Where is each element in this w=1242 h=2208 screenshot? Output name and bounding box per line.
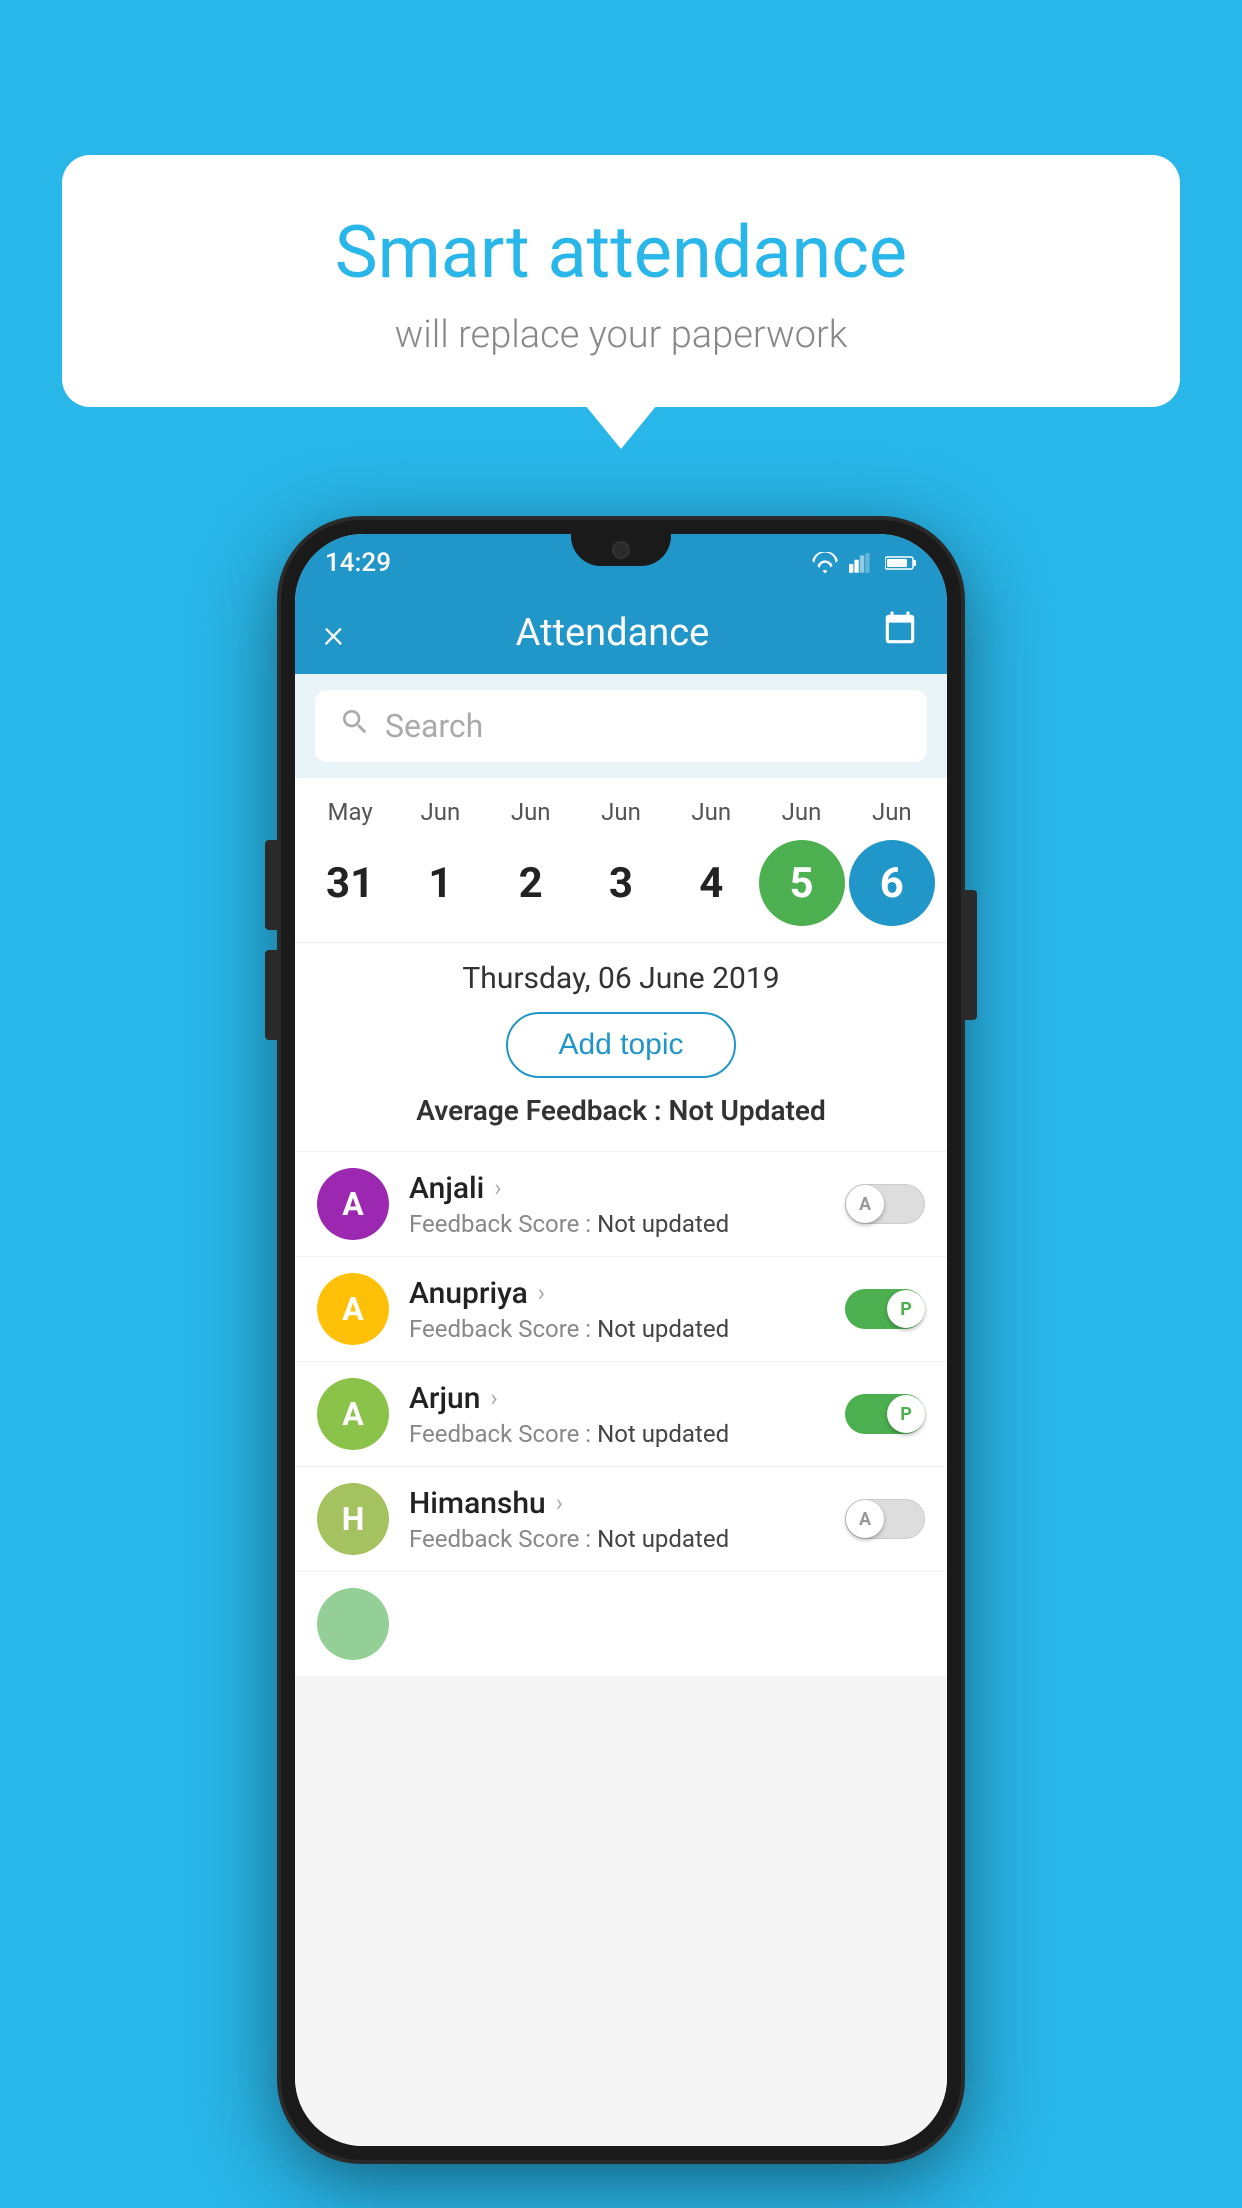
student-name-himanshu: Himanshu: [409, 1486, 546, 1521]
month-jun1: Jun: [397, 798, 483, 826]
feedback-score-arjun: Feedback Score : Not updated: [409, 1420, 845, 1448]
battery-icon: [885, 554, 917, 572]
toggle-anupriya[interactable]: P: [845, 1289, 925, 1329]
search-icon: [339, 706, 371, 746]
avatar-anupriya: A: [317, 1273, 389, 1345]
toggle-himanshu[interactable]: A: [845, 1499, 925, 1539]
volume-down-button[interactable]: [265, 950, 279, 1040]
toggle-knob-arjun: P: [887, 1395, 925, 1433]
feedback-score-anjali: Feedback Score : Not updated: [409, 1210, 845, 1238]
status-icons: [811, 552, 917, 574]
student-name-anjali: Anjali: [409, 1171, 484, 1206]
student-list: A Anjali › Feedback Score : Not updated …: [295, 1151, 947, 1676]
speech-bubble: Smart attendance will replace your paper…: [62, 155, 1180, 407]
search-bar[interactable]: Search: [315, 690, 927, 762]
date-4[interactable]: 4: [668, 840, 754, 926]
avatar-anjali: A: [317, 1168, 389, 1240]
date-31[interactable]: 31: [307, 840, 393, 926]
month-row: May Jun Jun Jun Jun Jun Jun: [305, 798, 937, 826]
phone-container: 14:29: [281, 520, 961, 2160]
search-placeholder: Search: [385, 707, 483, 745]
chevron-right-arjun: ›: [490, 1384, 497, 1412]
date-1[interactable]: 1: [397, 840, 483, 926]
wifi-icon: [811, 552, 839, 574]
signal-icon: [849, 552, 875, 574]
add-topic-button[interactable]: Add topic: [506, 1012, 735, 1078]
phone-notch: [571, 534, 671, 566]
month-jun6: Jun: [849, 798, 935, 826]
student-name-row-arjun[interactable]: Arjun ›: [409, 1381, 845, 1416]
bubble-subtitle: will replace your paperwork: [122, 313, 1120, 357]
avg-feedback: Average Feedback : Not Updated: [315, 1094, 927, 1127]
chevron-right-himanshu: ›: [556, 1489, 563, 1517]
chevron-right-anupriya: ›: [538, 1279, 545, 1307]
bubble-title: Smart attendance: [122, 210, 1120, 295]
screen-content: Search May Jun Jun Jun Jun Jun Jun 31 1 …: [295, 674, 947, 2146]
feedback-score-himanshu: Feedback Score : Not updated: [409, 1525, 845, 1553]
chevron-right-anjali: ›: [494, 1174, 501, 1202]
student-info-himanshu: Himanshu › Feedback Score : Not updated: [409, 1486, 845, 1553]
student-item-anupriya: A Anupriya › Feedback Score : Not update…: [295, 1256, 947, 1361]
selected-date-text: Thursday, 06 June 2019: [315, 961, 927, 996]
toggle-arjun-container: P: [845, 1394, 925, 1434]
status-time: 14:29: [325, 548, 391, 578]
phone-screen: 14:29: [295, 534, 947, 2146]
camera-dot: [612, 541, 630, 559]
app-bar-title: Attendance: [516, 611, 710, 655]
date-6-selected[interactable]: 6: [849, 840, 935, 926]
student-info-arjun: Arjun › Feedback Score : Not updated: [409, 1381, 845, 1448]
student-item-himanshu: H Himanshu › Feedback Score : Not update…: [295, 1466, 947, 1571]
close-button[interactable]: ×: [323, 610, 344, 657]
toggle-anupriya-container: P: [845, 1289, 925, 1329]
month-jun3: Jun: [578, 798, 664, 826]
date-row: 31 1 2 3 4 5 6: [305, 834, 937, 932]
student-info-anupriya: Anupriya › Feedback Score : Not updated: [409, 1276, 845, 1343]
student-item-arjun: A Arjun › Feedback Score : Not updated P: [295, 1361, 947, 1466]
search-bar-container: Search: [295, 674, 947, 778]
toggle-knob-anupriya: P: [887, 1290, 925, 1328]
student-name-row-anupriya[interactable]: Anupriya ›: [409, 1276, 845, 1311]
date-3[interactable]: 3: [578, 840, 664, 926]
student-name-row-himanshu[interactable]: Himanshu ›: [409, 1486, 845, 1521]
student-info-anjali: Anjali › Feedback Score : Not updated: [409, 1171, 845, 1238]
student-name-anupriya: Anupriya: [409, 1276, 528, 1311]
calendar-icon[interactable]: [881, 610, 919, 657]
power-button[interactable]: [963, 890, 977, 1020]
month-jun4: Jun: [668, 798, 754, 826]
speech-bubble-container: Smart attendance will replace your paper…: [62, 155, 1180, 407]
month-may: May: [307, 798, 393, 826]
date-2[interactable]: 2: [488, 840, 574, 926]
student-name-row-anjali[interactable]: Anjali ›: [409, 1171, 845, 1206]
volume-up-button[interactable]: [265, 840, 279, 930]
avatar-partial: [317, 1588, 389, 1660]
toggle-anjali-container: A: [845, 1184, 925, 1224]
toggle-knob-himanshu: A: [846, 1500, 884, 1538]
avg-feedback-value: Not Updated: [669, 1094, 826, 1127]
selected-date-section: Thursday, 06 June 2019 Add topic Average…: [295, 942, 947, 1151]
month-jun5: Jun: [759, 798, 845, 826]
toggle-himanshu-container: A: [845, 1499, 925, 1539]
toggle-anjali[interactable]: A: [845, 1184, 925, 1224]
month-jun2: Jun: [488, 798, 574, 826]
avatar-arjun: A: [317, 1378, 389, 1450]
avatar-himanshu: H: [317, 1483, 389, 1555]
toggle-knob-anjali: A: [846, 1185, 884, 1223]
date-5-today[interactable]: 5: [759, 840, 845, 926]
calendar-section: May Jun Jun Jun Jun Jun Jun 31 1 2 3 4 5…: [295, 778, 947, 942]
toggle-arjun[interactable]: P: [845, 1394, 925, 1434]
app-bar: × Attendance: [295, 592, 947, 674]
feedback-score-anupriya: Feedback Score : Not updated: [409, 1315, 845, 1343]
student-item-anjali: A Anjali › Feedback Score : Not updated …: [295, 1151, 947, 1256]
student-item-partial: [295, 1571, 947, 1676]
student-name-arjun: Arjun: [409, 1381, 480, 1416]
